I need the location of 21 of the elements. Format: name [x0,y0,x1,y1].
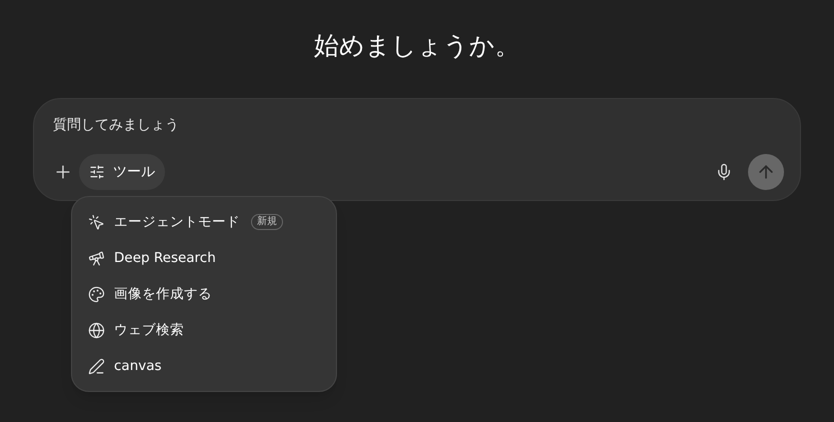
new-badge: 新規 [251,214,283,230]
page-heading: 始めましょうか。 [314,30,520,62]
globe-icon [88,322,105,338]
menu-item-label: ウェブ検索 [114,320,184,340]
tools-button[interactable]: ツール [79,154,165,190]
sliders-icon [89,164,105,180]
menu-item[interactable]: canvas [80,348,328,384]
pen-icon [88,358,105,374]
menu-item-label: 画像を作成する [114,284,212,304]
pointer-icon [88,214,105,230]
microphone-icon[interactable] [715,163,733,181]
menu-item-label: canvas [114,356,162,376]
palette-icon [88,286,105,302]
telescope-icon [88,250,105,266]
menu-item[interactable]: ウェブ検索 [80,312,328,348]
menu-item[interactable]: 画像を作成する [80,276,328,312]
menu-item[interactable]: エージェントモード 新規 [80,204,328,240]
menu-item-label: Deep Research [114,248,216,268]
menu-item[interactable]: Deep Research [80,240,328,276]
message-field[interactable]: 質問してみましょう [53,115,453,136]
menu-item-label: エージェントモード [114,212,240,232]
